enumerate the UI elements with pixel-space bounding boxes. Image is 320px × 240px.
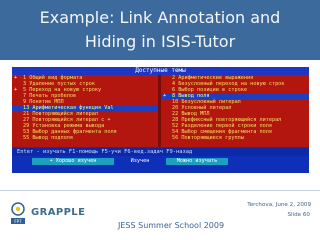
topics-grid: +1 Общий вид формата 3 Удаление пустых с… bbox=[12, 75, 309, 147]
slide-number: Slide 60 bbox=[287, 212, 310, 218]
slide-title-line-2: Hiding in ISIS-Tutor bbox=[84, 32, 236, 51]
topics-left-column: +1 Общий вид формата 3 Удаление пустых с… bbox=[12, 75, 160, 141]
legend-status-bar: + Хорошо изучен Изучен Можно изучать bbox=[12, 157, 309, 166]
topics-header: Доступные темы bbox=[12, 67, 309, 75]
isis-tutor-screen: Доступные темы +1 Общий вид формата 3 Уд… bbox=[12, 67, 309, 173]
topic-label: 55 Вывод подполя bbox=[23, 135, 73, 141]
slide-title-bar: Example: Link Annotation and Hiding in I… bbox=[0, 0, 320, 60]
topic-item[interactable]: 56 Повторяющиеся группы bbox=[161, 135, 309, 141]
svg-text:FP7: FP7 bbox=[14, 219, 22, 224]
presentation-date: Terchova, June 2, 2009 bbox=[247, 202, 311, 208]
topic-label: 56 Повторяющиеся группы bbox=[172, 135, 244, 141]
function-key-hints: Enter - изучать F1-помощь F5-учи F6-вед.… bbox=[12, 148, 309, 156]
topic-item[interactable]: 55 Вывод подполя bbox=[12, 135, 160, 141]
legend-ready-to-learn: Можно изучать bbox=[166, 158, 228, 165]
legend-well-learned: + Хорошо изучен bbox=[32, 158, 114, 165]
legend-learned: Изучен bbox=[120, 158, 160, 165]
grapple-logo: FP7 GRAPPLE bbox=[8, 199, 100, 233]
footer-divider bbox=[0, 190, 320, 191]
topics-right-column: 2 Арифметические выражения 4 Безусловный… bbox=[161, 75, 309, 141]
fp7-icon: FP7 bbox=[8, 201, 28, 227]
school-name: JESS Summer School 2009 bbox=[118, 221, 225, 230]
grapple-logo-text: GRAPPLE bbox=[31, 207, 86, 218]
slide-title-line-1: Example: Link Annotation and bbox=[39, 8, 281, 27]
